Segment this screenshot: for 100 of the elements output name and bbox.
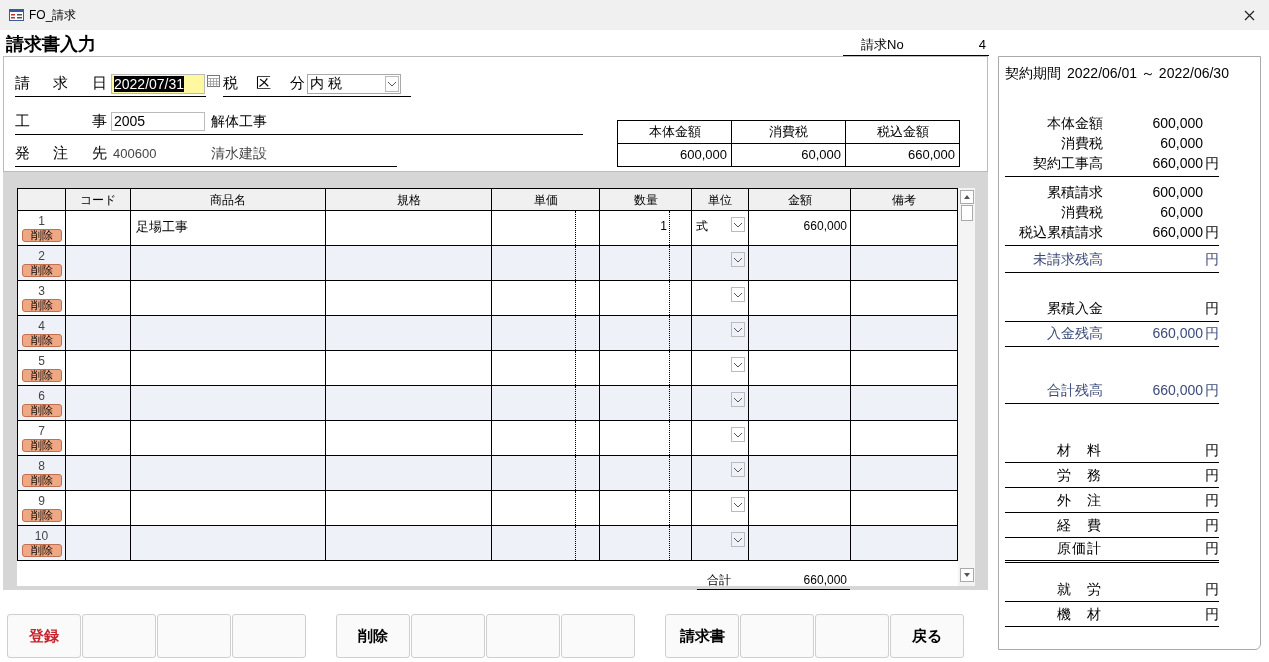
row-number: 9 [38,494,45,509]
row-number: 4 [38,319,45,334]
dropdown-icon[interactable] [733,361,743,368]
summary-value: 660,000 [1152,382,1203,398]
row-number: 2 [38,249,45,264]
project-code-field[interactable]: 2005 [111,112,205,131]
delete-row-button[interactable]: 削除 [21,334,62,347]
client-name: 清水建設 [211,144,267,163]
summary-cell-text: 660,000 [907,146,956,165]
summary-value: 600,000 [1152,184,1203,200]
summary-label: 累積入金 [1046,299,1103,318]
summary-value: 660,000 [1152,224,1203,240]
yen-unit: 円 [1205,606,1219,622]
dropdown-icon[interactable] [733,326,743,333]
summary-value: 600,000 [1152,115,1203,131]
summary-label: 合計残高 [1046,381,1103,400]
summary-label: 外 注 [1057,491,1101,510]
yen-unit: 円 [1205,581,1219,597]
client-code: 400600 [113,144,158,163]
action-button[interactable]: 削除 [336,614,410,658]
delete-row-button[interactable]: 削除 [21,299,62,312]
summary-value: 660,000 [1152,325,1203,341]
window-title: FO_請求 [29,7,77,24]
delete-row-button[interactable]: 削除 [21,509,62,522]
delete-row-button[interactable]: 削除 [21,264,62,277]
scroll-thumb[interactable] [960,205,973,221]
table-cell: 660,000 [803,219,847,233]
table-cell: 式 [696,219,708,233]
delete-row-button[interactable]: 削除 [21,229,62,242]
row-number: 6 [38,389,45,404]
dropdown-icon[interactable] [733,466,743,473]
field-label: 発 注 先 [15,143,107,164]
dropdown-icon[interactable] [733,221,743,228]
yen-unit: 円 [1205,467,1219,483]
summary-value: 660,000 [1152,155,1203,171]
summary-value: 60,000 [1160,135,1203,151]
summary-label: 消費税 [1060,203,1103,222]
action-button[interactable]: 戻る [890,614,964,658]
summary-label: 材 料 [1057,441,1101,460]
tax-select[interactable]: 内 税 [307,73,401,94]
dropdown-icon[interactable] [733,256,743,263]
scroll-down-icon[interactable] [959,568,974,582]
delete-row-button[interactable]: 削除 [21,544,62,557]
yen-unit: 円 [1205,517,1219,533]
delete-row-button[interactable]: 削除 [21,439,62,452]
summary-header: 本体金額 [618,121,732,144]
summary-cell: 600,000 [618,144,732,166]
summary-label: 入金残高 [1046,324,1103,343]
period-label: 契約期間 [1005,64,1061,83]
column-header: 単価 [491,188,600,211]
dropdown-icon[interactable] [733,291,743,298]
delete-row-button[interactable]: 削除 [21,404,62,417]
yen-unit: 円 [1205,492,1219,508]
yen-unit: 円 [1205,251,1219,267]
summary-label: 未請求残高 [1032,250,1103,269]
date-field[interactable]: 2022/07/31 [111,73,205,94]
field-label: 工 事 [15,111,107,132]
action-button[interactable]: 登録 [7,614,81,658]
dropdown-icon[interactable] [733,536,743,543]
invoice-no-value: 4 [978,35,986,54]
period-value: 2022/06/01 ～ 2022/06/30 [1067,64,1229,83]
summary-label: 累積請求 [1046,183,1103,202]
yen-unit: 円 [1205,155,1219,171]
summary-value: 60,000 [1160,204,1203,220]
summary-header: 消費税 [732,121,846,144]
summary-label: 契約工事高 [1032,154,1103,173]
close-icon[interactable] [1244,9,1255,21]
delete-row-button[interactable]: 削除 [21,369,62,382]
summary-label: 消費税 [1060,134,1103,153]
column-header: 商品名 [130,188,326,211]
row-number: 5 [38,354,45,369]
table-cell: 1 [660,219,667,233]
project-name: 解体工事 [211,112,267,131]
summary-cell: 60,000 [732,144,846,166]
summary-label: 原価計 [1057,539,1101,558]
table-cell: 足場工事 [136,219,188,234]
dropdown-icon[interactable] [733,396,743,403]
form-title: 請求書入力 [6,33,96,56]
calendar-icon[interactable] [207,75,220,87]
row-number: 7 [38,424,45,439]
summary-label: 税込累積請求 [1018,223,1103,242]
action-button[interactable]: 請求書 [665,614,739,658]
total-value: 660,000 [803,572,847,589]
dropdown-icon[interactable] [387,80,397,87]
summary-header: 税込金額 [846,121,959,144]
row-number: 1 [38,214,45,229]
dropdown-icon[interactable] [733,431,743,438]
scrollbar[interactable] [958,188,975,586]
summary-label: 機 材 [1057,605,1101,624]
field-label: 税 区 分 [223,73,305,94]
row-number: 8 [38,459,45,474]
total-label: 合計 [707,572,731,589]
row-number: 3 [38,284,45,299]
yen-unit: 円 [1205,382,1219,398]
column-header: コード [65,188,131,211]
dropdown-icon[interactable] [733,501,743,508]
form-icon [9,9,24,21]
scroll-up-icon[interactable] [959,190,974,204]
field-label: 請 求 日 [15,73,107,94]
delete-row-button[interactable]: 削除 [21,474,62,487]
